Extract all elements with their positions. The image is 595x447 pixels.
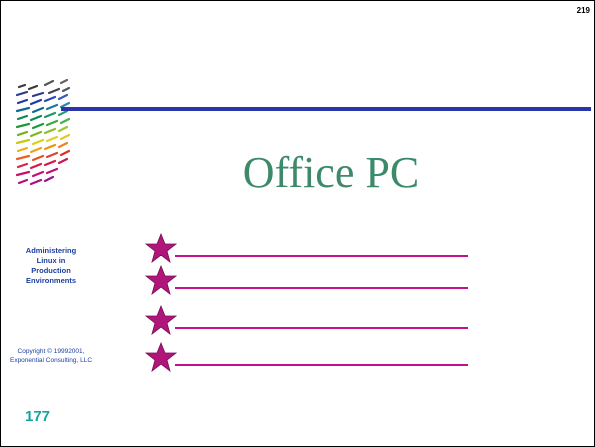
course-title-line: Linux in bbox=[36, 256, 66, 265]
slide-title: Office PC bbox=[242, 148, 420, 197]
star-icon bbox=[145, 265, 177, 295]
bullet-item bbox=[145, 342, 475, 372]
title-rule bbox=[61, 107, 591, 111]
course-title-line: Production bbox=[31, 266, 71, 275]
star-icon bbox=[145, 305, 177, 335]
bullet-blank-line bbox=[175, 327, 468, 329]
course-title: Administering Linux in Production Enviro… bbox=[9, 246, 93, 286]
slide-number: 177 bbox=[25, 408, 51, 425]
bullet-blank-line bbox=[175, 255, 468, 257]
bullet-blank-line bbox=[175, 364, 468, 366]
page-number: 219 bbox=[576, 6, 590, 15]
copyright-line: Copyright © 19992001, bbox=[17, 348, 85, 355]
star-icon bbox=[145, 233, 177, 263]
star-icon bbox=[145, 342, 177, 372]
course-title-line: Administering bbox=[25, 246, 77, 255]
bullet-item bbox=[145, 233, 475, 263]
slide: 219 Office PC Administering Linux in Pro… bbox=[0, 0, 595, 447]
course-title-line: Environments bbox=[25, 276, 76, 285]
bullet-blank-line bbox=[175, 287, 468, 289]
bullet-item bbox=[145, 265, 475, 295]
copyright-line: Exponential Consulting, LLC bbox=[9, 357, 93, 364]
copyright-notice: Copyright © 19992001, Exponential Consul… bbox=[3, 347, 99, 365]
striped-logo-icon bbox=[15, 79, 71, 186]
bullet-item bbox=[145, 305, 475, 335]
